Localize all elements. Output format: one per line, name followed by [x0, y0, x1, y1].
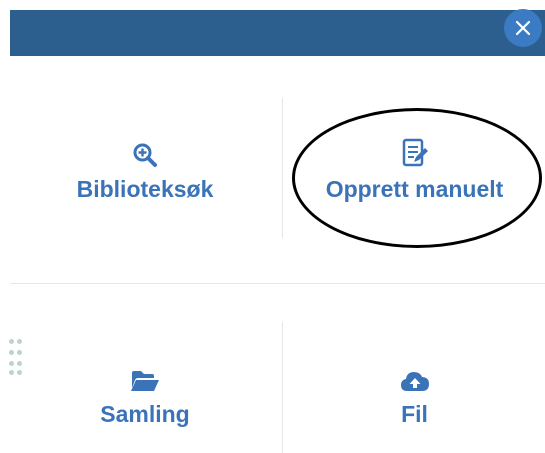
collection-label: Samling [100, 400, 190, 427]
close-button[interactable] [504, 9, 542, 47]
file-label: Fil [401, 400, 428, 427]
cloud-upload-icon [399, 363, 431, 393]
divider-vertical-top [282, 98, 283, 238]
dialog-header-bar [10, 10, 545, 56]
library-search-option[interactable]: Biblioteksøk [10, 120, 280, 220]
library-search-label: Biblioteksøk [76, 175, 214, 202]
create-manually-option[interactable]: Opprett manuelt [284, 120, 545, 220]
file-option[interactable]: Fil [284, 350, 545, 440]
edit-document-icon [402, 138, 428, 168]
zoom-in-icon [132, 138, 158, 168]
collection-option[interactable]: Samling [10, 350, 280, 440]
divider-horizontal [10, 283, 545, 284]
create-manually-label: Opprett manuelt [325, 175, 504, 202]
folder-open-icon [130, 363, 160, 393]
close-icon [515, 20, 531, 36]
divider-vertical-bottom [282, 322, 283, 453]
